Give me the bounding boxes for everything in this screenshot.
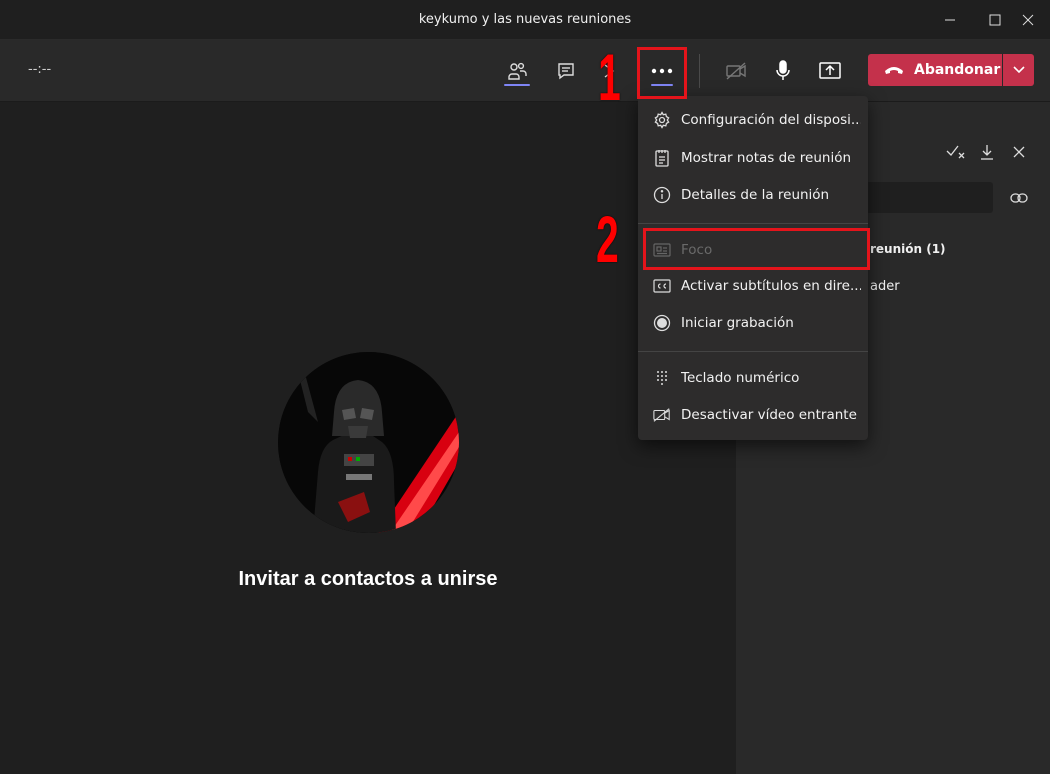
info-icon — [653, 186, 671, 204]
meeting-toolbar: --:-- Abandonar — [0, 40, 1050, 102]
chat-button[interactable] — [549, 54, 583, 88]
menu-item-label: Iniciar grabación — [681, 315, 794, 331]
window-title: keykumo y las nuevas reuniones — [418, 12, 632, 27]
dialpad-icon — [653, 369, 671, 387]
camera-off-icon — [726, 62, 746, 80]
copy-link-button[interactable] — [1007, 186, 1031, 210]
check-x-icon — [946, 145, 965, 159]
participant-name[interactable]: ader — [870, 279, 900, 294]
toolbar-separator — [699, 54, 700, 88]
hang-up-icon — [885, 67, 903, 74]
download-icon — [981, 145, 993, 160]
meeting-stage: Invitar a contactos a unirse — [0, 102, 736, 774]
leave-options-button[interactable] — [1003, 54, 1034, 86]
menu-item-device-settings[interactable]: Configuración del disposi... — [638, 102, 868, 138]
menu-item-dialpad[interactable]: Teclado numérico — [638, 360, 868, 396]
menu-item-meeting-notes[interactable]: Mostrar notas de reunión — [638, 140, 868, 176]
close-window-button[interactable] — [1006, 4, 1050, 36]
focus-item-highlight — [643, 228, 870, 270]
record-icon — [653, 314, 671, 332]
avatar — [278, 352, 459, 533]
share-screen-icon — [819, 62, 841, 79]
video-off-icon — [653, 406, 671, 424]
step-number-1: 1 — [598, 40, 621, 114]
leave-label: Abandonar — [914, 62, 1001, 78]
menu-item-label: Activar subtítulos en dire... — [681, 278, 861, 294]
more-options-highlight — [637, 47, 687, 99]
camera-button[interactable] — [719, 54, 753, 88]
menu-item-label: Desactivar vídeo entrante — [681, 407, 857, 423]
close-icon — [1022, 14, 1034, 26]
menu-separator — [638, 351, 868, 352]
menu-item-live-captions[interactable]: Activar subtítulos en dire... — [638, 268, 868, 304]
link-icon — [1010, 193, 1028, 203]
avatar-image — [278, 352, 459, 533]
menu-item-start-recording[interactable]: Iniciar grabación — [638, 305, 868, 341]
participants-button[interactable] — [500, 54, 534, 88]
active-indicator — [504, 84, 530, 86]
close-icon — [1013, 146, 1025, 158]
menu-item-label: Mostrar notas de reunión — [681, 150, 852, 166]
chevron-down-icon — [1012, 66, 1025, 74]
title-bar: keykumo y las nuevas reuniones — [0, 0, 1050, 40]
chat-icon — [558, 63, 574, 80]
menu-item-label: Detalles de la reunión — [681, 187, 830, 203]
microphone-icon — [776, 60, 790, 80]
minimize-button[interactable] — [928, 4, 972, 36]
call-timer: --:-- — [28, 62, 52, 77]
step-number-2: 2 — [596, 202, 619, 276]
invite-contacts-text: Invitar a contactos a unirse — [238, 568, 498, 590]
download-attendance-button[interactable] — [975, 140, 999, 164]
menu-item-label: Configuración del disposi... — [681, 112, 861, 128]
mute-all-button[interactable] — [944, 140, 968, 164]
minimize-icon — [945, 19, 955, 21]
gear-icon — [653, 111, 671, 129]
notes-icon — [653, 149, 671, 167]
participants-icon — [508, 62, 527, 80]
menu-item-label: Teclado numérico — [681, 370, 800, 386]
menu-item-disable-incoming-video[interactable]: Desactivar vídeo entrante — [638, 397, 868, 433]
cc-icon — [653, 277, 671, 295]
microphone-button[interactable] — [766, 54, 800, 88]
menu-separator — [638, 223, 868, 224]
maximize-icon — [989, 14, 1001, 26]
in-meeting-section[interactable]: reunión (1) — [870, 242, 946, 256]
leave-button[interactable]: Abandonar — [868, 54, 1002, 86]
close-panel-button[interactable] — [1007, 140, 1031, 164]
share-screen-button[interactable] — [813, 54, 847, 88]
menu-item-meeting-details[interactable]: Detalles de la reunión — [638, 177, 868, 213]
